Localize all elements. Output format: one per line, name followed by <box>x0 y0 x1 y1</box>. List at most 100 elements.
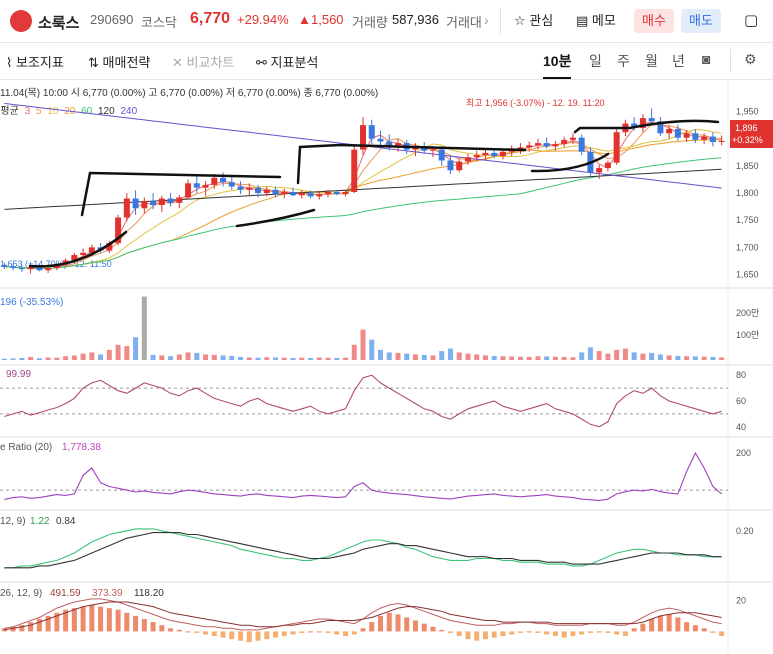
osc4-bar-65 <box>570 631 576 637</box>
osc3-line-0 <box>4 528 722 569</box>
volume-bar-59 <box>517 356 523 360</box>
osc4-bar-28 <box>246 631 252 643</box>
strategy-icon: ⇅ <box>88 55 99 70</box>
indicator-analysis-button[interactable]: ⚯ 지표분석 <box>256 52 318 71</box>
volume-bar-35 <box>308 357 314 360</box>
candle-body-15 <box>132 198 139 209</box>
volume-bar-79 <box>692 356 698 360</box>
price-tick-5: 1,700 <box>736 242 759 252</box>
osc4-bar-40 <box>351 631 357 635</box>
candle-body-45 <box>394 143 401 146</box>
volume-bar-25 <box>220 355 226 360</box>
osc3-value-1: 1.22 <box>30 516 50 527</box>
buy-button[interactable]: 매수 <box>634 9 674 33</box>
osc4-bar-59 <box>517 631 523 633</box>
memo-icon: ▤ <box>576 13 589 28</box>
candle-body-34 <box>298 193 305 196</box>
memo-button[interactable]: ▤ 메모 <box>576 9 616 33</box>
osc4-bar-82 <box>719 631 725 637</box>
osc4-bar-43 <box>377 615 383 632</box>
volume-value-label: 196 (-35.53%) <box>0 297 63 308</box>
candle-body-21 <box>185 183 192 198</box>
volume-bar-4 <box>36 358 42 360</box>
camera-icon[interactable]: ◙ <box>702 51 710 67</box>
layout-icon[interactable]: ▢ <box>744 9 758 33</box>
volume-bar-3 <box>28 356 34 360</box>
compare-chart-button[interactable]: ✕ 비교차트 <box>172 52 234 71</box>
candle-body-25 <box>220 177 227 183</box>
volume-bar-71 <box>622 348 628 360</box>
osc4-params: 26, 12, 9) <box>0 588 42 599</box>
volume-bar-5 <box>45 357 51 360</box>
osc4-bar-51 <box>447 631 453 633</box>
volume-bar-66 <box>579 352 585 360</box>
osc4-bar-78 <box>684 622 690 632</box>
candle-body-56 <box>491 152 498 157</box>
osc4-bar-42 <box>369 622 375 632</box>
candle-body-24 <box>211 177 218 185</box>
trade-strategy-button[interactable]: ⇅ 매매전략 <box>88 52 150 71</box>
osc4-bar-30 <box>264 631 270 640</box>
osc4-bar-54 <box>474 631 480 641</box>
price-tag-value: 1,896 <box>735 123 758 133</box>
osc4-bar-74 <box>649 619 655 632</box>
volume-bar-22 <box>194 352 200 360</box>
osc2-tick-0: 200 <box>736 448 751 458</box>
volume-bar-63 <box>552 356 558 360</box>
tab-month[interactable]: 월 <box>645 51 658 71</box>
volume-bar-55 <box>482 355 488 360</box>
osc4-bar-33 <box>290 631 296 635</box>
osc4-bar-22 <box>194 631 200 633</box>
candle-body-81 <box>709 136 716 143</box>
aux-indicator-button[interactable]: ⌇ 보조지표 <box>6 52 64 71</box>
osc4-bar-53 <box>465 631 471 640</box>
volume-bar-8 <box>71 355 77 360</box>
osc4-bar-62 <box>544 631 550 635</box>
volume-bar-40 <box>351 344 357 360</box>
candle-body-44 <box>386 141 393 146</box>
stock-header: 소룩스 290690 코스닥 6,770 +29.94% ▲ 1,560 거래량… <box>0 0 773 43</box>
sell-button[interactable]: 매도 <box>681 9 721 33</box>
volume-bar-34 <box>299 357 305 360</box>
price-tick-0: 1,950 <box>736 107 759 117</box>
osc4-bar-46 <box>404 617 410 632</box>
candle-body-1 <box>10 266 17 269</box>
volume-bar-51 <box>447 348 453 360</box>
tab-year[interactable]: 년 <box>672 51 685 71</box>
volume-bar-50 <box>439 351 445 360</box>
candle-body-38 <box>333 191 340 195</box>
candle-body-18 <box>158 198 165 206</box>
volume-bar-68 <box>596 351 602 360</box>
candle-body-31 <box>272 189 279 195</box>
osc4-bar-68 <box>596 631 602 633</box>
osc4-bar-20 <box>176 629 182 632</box>
oscillator-2: 200 <box>0 448 751 502</box>
osc4-bar-66 <box>579 631 585 635</box>
osc4-bar-76 <box>666 614 672 632</box>
candle-body-80 <box>701 136 708 140</box>
osc4-bar-61 <box>535 631 541 633</box>
tab-10min[interactable]: 10분 <box>543 51 572 79</box>
osc4-bar-57 <box>500 631 506 637</box>
chevron-right-icon[interactable]: › <box>484 12 489 28</box>
oscillator-4: 20 <box>1 595 746 643</box>
candle-body-78 <box>683 133 690 138</box>
osc4-bar-25 <box>220 631 226 638</box>
tab-week[interactable]: 주 <box>617 51 630 71</box>
candle-body-54 <box>473 155 480 158</box>
volume-bar-29 <box>255 357 261 360</box>
candle-body-63 <box>552 144 559 147</box>
stock-change-pct: +29.94% <box>237 12 289 27</box>
chart-toolbar: ⌇ 보조지표 ⇅ 매매전략 ✕ 비교차트 ⚯ 지표분석 10분 일 주 월 년 … <box>0 43 773 80</box>
volume-bar-80 <box>701 356 707 360</box>
osc4-bar-41 <box>360 628 366 632</box>
volume-bar-69 <box>605 353 611 360</box>
settings-gear-icon[interactable]: ⚙ <box>744 51 757 68</box>
chart-area[interactable]: 11.04(목) 10:00 시 6,770 (0.00%) 고 6,770 (… <box>0 80 773 654</box>
candle-body-14 <box>123 198 130 218</box>
tab-day[interactable]: 일 <box>589 51 602 71</box>
star-icon: ☆ <box>514 13 526 28</box>
favorite-button[interactable]: ☆ 관심 <box>514 9 553 33</box>
panel-separators <box>0 80 773 654</box>
candle-body-77 <box>674 128 681 138</box>
